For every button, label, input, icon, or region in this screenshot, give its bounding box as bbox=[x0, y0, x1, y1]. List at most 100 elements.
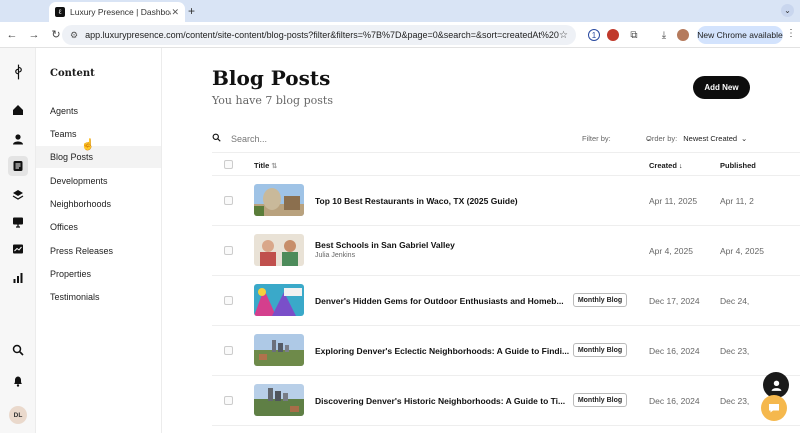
search-icon bbox=[212, 133, 221, 144]
chat-fab-button[interactable] bbox=[761, 395, 787, 421]
sidebar-item-agents[interactable]: Agents bbox=[36, 100, 161, 122]
favicon-icon: ℓ bbox=[55, 7, 65, 17]
hand-cursor-icon: ☝ bbox=[81, 139, 95, 151]
post-title[interactable]: Best Schools in San Gabriel Valley bbox=[315, 240, 455, 250]
sidebar-item-testimonials[interactable]: Testimonials bbox=[36, 286, 161, 308]
created-date: Dec 16, 2024 bbox=[649, 346, 700, 356]
user-icon bbox=[771, 380, 781, 391]
published-date: Dec 23, bbox=[720, 396, 750, 406]
user-icon[interactable] bbox=[10, 131, 26, 147]
filter-label: Filter by: bbox=[582, 134, 611, 143]
add-new-button[interactable]: Add New bbox=[693, 76, 750, 99]
chevron-down-icon[interactable]: ⌄ bbox=[741, 134, 747, 143]
content-icon[interactable] bbox=[8, 156, 28, 176]
post-thumbnail bbox=[254, 184, 304, 216]
chrome-update-button[interactable]: New Chrome available bbox=[697, 26, 783, 44]
bar-chart-icon[interactable] bbox=[10, 270, 26, 286]
post-title[interactable]: Denver's Hidden Gems for Outdoor Enthusi… bbox=[315, 296, 564, 306]
select-all-checkbox[interactable] bbox=[224, 160, 233, 169]
bookmark-star-icon[interactable]: ☆ bbox=[559, 30, 568, 41]
table-row[interactable]: Discovering Denver's Historic Neighborho… bbox=[212, 376, 800, 426]
browser-tab-bar: ℓ Luxury Presence | Dashboard ✕ + ⌄ bbox=[0, 0, 800, 22]
post-author: Julia Jenkins bbox=[315, 252, 356, 259]
row-checkbox[interactable] bbox=[224, 346, 233, 355]
sidebar-item-developments[interactable]: Developments bbox=[36, 170, 161, 192]
page-subtitle: You have 7 blog posts bbox=[212, 94, 333, 107]
post-title[interactable]: Top 10 Best Restaurants in Waco, TX (202… bbox=[315, 196, 518, 206]
back-button[interactable]: ← bbox=[2, 29, 22, 41]
post-thumbnail bbox=[254, 234, 304, 266]
chat-icon bbox=[769, 404, 779, 413]
monitor-icon[interactable] bbox=[10, 214, 26, 230]
address-bar[interactable]: ⚙ app.luxurypresence.com/content/site-co… bbox=[62, 25, 576, 45]
published-date: Apr 4, 2025 bbox=[720, 246, 764, 256]
password-extension-icon[interactable]: 1 bbox=[588, 29, 600, 41]
row-checkbox[interactable] bbox=[224, 246, 233, 255]
order-value[interactable]: Newest Created bbox=[683, 134, 737, 143]
category-badge: Monthly Blog bbox=[573, 293, 627, 307]
content-sidebar: Content Agents Teams Blog Posts Developm… bbox=[36, 48, 162, 433]
chart-icon[interactable] bbox=[10, 241, 26, 257]
sort-icon: ⇅ bbox=[271, 163, 278, 170]
tab-close-icon[interactable]: ✕ bbox=[171, 7, 179, 18]
main-content: Blog Posts You have 7 blog posts Add New… bbox=[162, 48, 800, 433]
order-dropdown[interactable]: Order by: Newest Created ⌄ bbox=[646, 134, 747, 143]
table-header: Title ⇅ Created ↓ Published bbox=[212, 152, 800, 176]
sidebar-item-blog-posts[interactable]: Blog Posts bbox=[36, 146, 161, 168]
table-row[interactable]: Exploring Denver's Eclectic Neighborhood… bbox=[212, 326, 800, 376]
sidebar-item-properties[interactable]: Properties bbox=[36, 263, 161, 285]
table-row[interactable]: Top 10 Best Restaurants in Waco, TX (202… bbox=[212, 176, 800, 226]
profile-avatar-icon[interactable] bbox=[677, 29, 689, 41]
tab-search-icon[interactable]: ⌄ bbox=[781, 4, 794, 17]
row-checkbox[interactable] bbox=[224, 196, 233, 205]
row-checkbox[interactable] bbox=[224, 296, 233, 305]
created-date: Apr 4, 2025 bbox=[649, 246, 693, 256]
app-icon-rail: DL bbox=[0, 48, 36, 433]
user-avatar[interactable]: DL bbox=[9, 406, 27, 424]
recorder-extension-icon[interactable] bbox=[607, 29, 619, 41]
sidebar-item-press-releases[interactable]: Press Releases bbox=[36, 240, 161, 262]
forward-button[interactable]: → bbox=[24, 29, 44, 41]
sidebar-item-offices[interactable]: Offices bbox=[36, 216, 161, 238]
site-info-icon[interactable]: ⚙ bbox=[70, 30, 78, 41]
bell-icon[interactable] bbox=[10, 373, 26, 389]
column-created[interactable]: Created ↓ bbox=[649, 161, 683, 170]
table-row[interactable]: Best Schools in San Gabriel Valley Julia… bbox=[212, 226, 800, 276]
browser-tab[interactable]: ℓ Luxury Presence | Dashboard ✕ bbox=[49, 2, 185, 22]
account-fab-button[interactable] bbox=[763, 372, 789, 398]
column-title[interactable]: Title ⇅ bbox=[254, 161, 277, 170]
post-thumbnail bbox=[254, 384, 304, 416]
row-checkbox[interactable] bbox=[224, 396, 233, 405]
search-icon[interactable] bbox=[10, 342, 26, 358]
new-tab-button[interactable]: + bbox=[188, 4, 195, 18]
sidebar-item-neighborhoods[interactable]: Neighborhoods bbox=[36, 193, 161, 215]
published-date: Dec 24, bbox=[720, 296, 750, 306]
search-bar[interactable]: Search... bbox=[212, 133, 267, 144]
home-icon[interactable] bbox=[10, 102, 26, 118]
layers-icon[interactable] bbox=[10, 187, 26, 203]
post-title[interactable]: Discovering Denver's Historic Neighborho… bbox=[315, 396, 565, 406]
sidebar-heading: Content bbox=[50, 68, 95, 79]
table-row[interactable]: Denver's Hidden Gems for Outdoor Enthusi… bbox=[212, 276, 800, 326]
page-title: Blog Posts bbox=[212, 66, 331, 90]
download-icon[interactable]: ⤓ bbox=[658, 29, 670, 41]
post-thumbnail bbox=[254, 284, 304, 316]
filter-dropdown[interactable]: Filter by: ⌄ bbox=[582, 134, 651, 143]
search-input[interactable]: Search... bbox=[231, 134, 267, 144]
extensions-puzzle-icon[interactable]: ⧉ bbox=[628, 29, 640, 41]
tab-title: Luxury Presence | Dashboard bbox=[70, 7, 172, 17]
published-date: Dec 23, bbox=[720, 346, 750, 356]
category-badge: Monthly Blog bbox=[573, 343, 627, 357]
sidebar-item-teams[interactable]: Teams bbox=[36, 123, 161, 145]
created-date: Apr 11, 2025 bbox=[649, 196, 698, 206]
created-date: Dec 17, 2024 bbox=[649, 296, 700, 306]
sort-desc-icon: ↓ bbox=[679, 163, 683, 170]
url-text[interactable]: app.luxurypresence.com/content/site-cont… bbox=[85, 30, 559, 40]
post-title[interactable]: Exploring Denver's Eclectic Neighborhood… bbox=[315, 346, 569, 356]
browser-toolbar: ← → ↻ ⚙ app.luxurypresence.com/content/s… bbox=[0, 22, 800, 48]
logo-icon[interactable] bbox=[10, 64, 26, 80]
category-badge: Monthly Blog bbox=[573, 393, 627, 407]
chrome-menu-icon[interactable]: ⋮ bbox=[786, 28, 796, 39]
published-date: Apr 11, 2 bbox=[720, 196, 754, 206]
column-published[interactable]: Published bbox=[720, 161, 756, 170]
